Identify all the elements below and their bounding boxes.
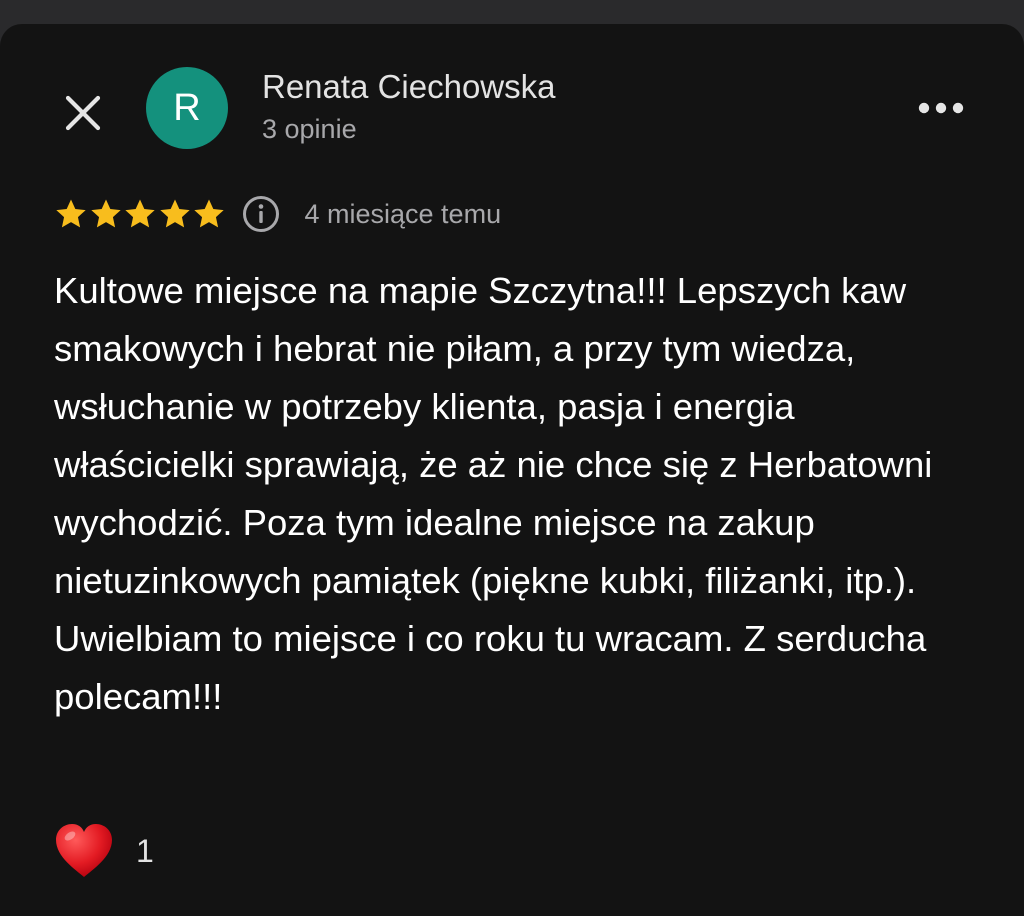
close-button[interactable] xyxy=(56,86,110,140)
info-icon[interactable] xyxy=(241,194,281,234)
review-card: R Renata Ciechowska 3 opinie 4 miesiące … xyxy=(0,24,1024,916)
reviewer-name[interactable]: Renata Ciechowska xyxy=(262,68,556,106)
close-icon xyxy=(65,95,101,131)
star-icon xyxy=(159,199,190,228)
star-icon xyxy=(56,199,86,228)
avatar[interactable]: R xyxy=(146,67,228,149)
avatar-initial: R xyxy=(173,86,201,129)
star-icon xyxy=(90,199,121,228)
rating-row: 4 miesiące temu xyxy=(54,192,501,236)
reviewer-review-count: 3 opinie xyxy=(262,114,357,144)
heart-icon xyxy=(56,824,112,877)
star-icon xyxy=(125,199,155,228)
star-icon xyxy=(194,199,224,228)
heart-reaction-button[interactable]: 1 xyxy=(54,822,154,880)
review-text: Kultowe miejsce na mapie Szczytna!!! Lep… xyxy=(54,270,933,717)
star-rating xyxy=(54,197,227,231)
more-options-button[interactable] xyxy=(912,86,970,130)
more-options-icon xyxy=(918,102,964,114)
reaction-count: 1 xyxy=(136,832,154,869)
review-date: 4 miesiące temu xyxy=(304,198,502,229)
